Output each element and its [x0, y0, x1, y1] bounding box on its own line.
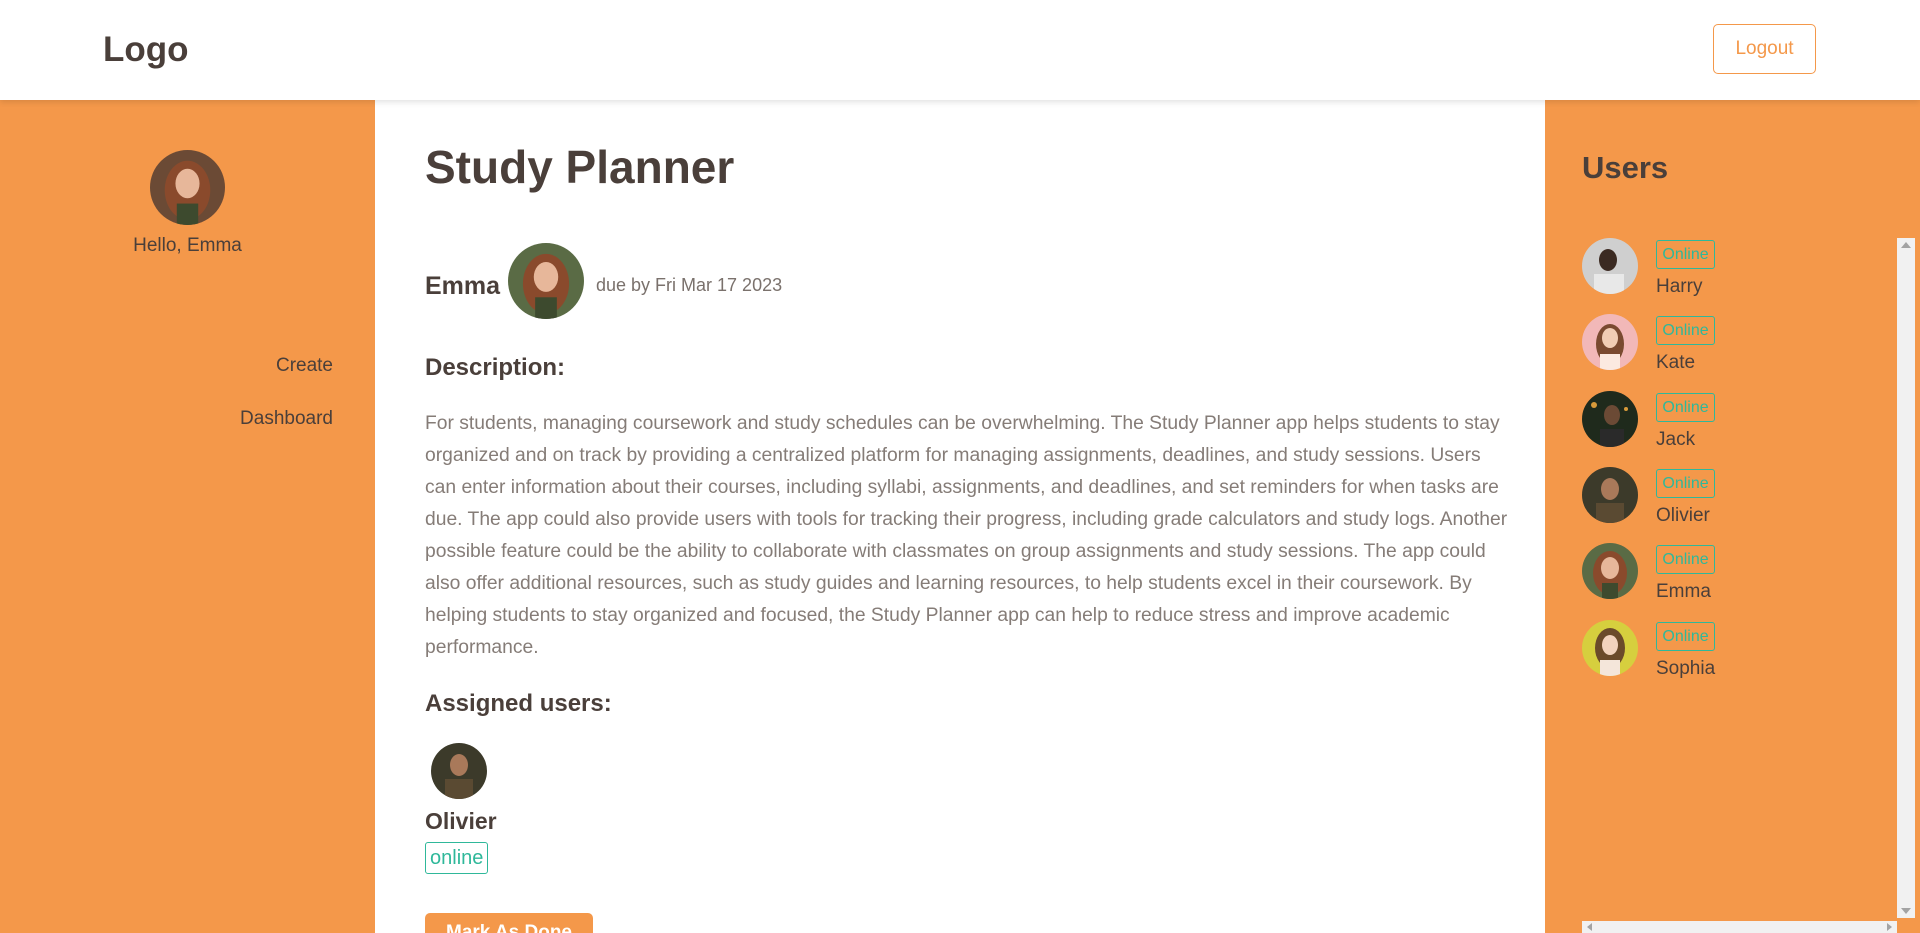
due-date: due by Fri Mar 17 2023 [596, 275, 783, 295]
avatar-sophia-icon [1582, 620, 1638, 676]
user-name: Olivier [1656, 505, 1710, 526]
user-name: Jack [1656, 429, 1696, 450]
user-item: Online Sophia [1582, 620, 1892, 690]
scroll-down-icon[interactable] [1901, 908, 1911, 914]
user-name: Harry [1656, 276, 1703, 297]
page-title: Study Planner [425, 141, 735, 193]
user-item: Online Jack [1582, 391, 1892, 461]
status-badge: Online [1656, 545, 1715, 574]
logout-button[interactable]: Logout [1713, 24, 1816, 74]
scroll-left-icon[interactable] [1587, 923, 1592, 931]
user-item: Online Emma [1582, 543, 1892, 613]
avatar-kate-icon [1582, 314, 1638, 370]
scroll-right-icon[interactable] [1887, 923, 1892, 931]
mark-as-done-button[interactable]: Mark As Done [425, 913, 593, 933]
user-avatar [1582, 238, 1638, 294]
nav-dashboard[interactable]: Dashboard [240, 408, 333, 430]
assigned-user-name: Olivier [425, 808, 497, 834]
nav-create[interactable]: Create [276, 355, 333, 377]
avatar-olivier-icon [431, 743, 487, 799]
user-name: Kate [1656, 352, 1696, 373]
user-name: Sophia [1656, 658, 1716, 679]
logo[interactable]: Logo [103, 30, 189, 70]
user-avatar [150, 150, 225, 225]
avatar-olivier-icon [1582, 467, 1638, 523]
user-avatar [1582, 620, 1638, 676]
avatar-emma-icon [508, 243, 584, 319]
status-badge: Online [1656, 240, 1715, 269]
left-sidebar: Hello, Emma Create Dashboard [0, 100, 375, 933]
owner-name: Emma [425, 272, 501, 300]
status-badge: Online [1656, 316, 1715, 345]
user-avatar [1582, 391, 1638, 447]
user-avatar [1582, 467, 1638, 523]
status-badge: Online [1656, 469, 1715, 498]
project-detail: Study Planner Emma due by Fri Mar 17 202… [375, 100, 1545, 933]
description-text: For students, managing coursework and st… [425, 413, 1508, 658]
users-list[interactable]: Online Harry Online Kate Online Jack Onl… [1582, 238, 1892, 928]
user-item: Online Harry [1582, 238, 1892, 308]
user-avatar [1582, 314, 1638, 370]
owner-avatar [508, 243, 584, 319]
assigned-users-heading: Assigned users: [425, 690, 612, 717]
avatar-emma-icon [1582, 543, 1638, 599]
avatar-emma-icon [150, 150, 225, 225]
description-heading: Description: [425, 354, 566, 381]
greeting: Hello, Emma [133, 235, 242, 256]
users-title: Users [1582, 150, 1669, 185]
status-badge: online [425, 842, 489, 874]
user-item: Online Olivier [1582, 467, 1892, 537]
avatar-jack-icon [1582, 391, 1638, 447]
user-name: Emma [1656, 581, 1711, 602]
top-navbar: Logo Logout [0, 0, 1920, 100]
status-badge: Online [1656, 622, 1715, 651]
user-item: Online Kate [1582, 314, 1892, 384]
avatar-harry-icon [1582, 238, 1638, 294]
horizontal-scrollbar[interactable] [1582, 921, 1897, 933]
assigned-user-avatar [431, 743, 487, 799]
scroll-up-icon[interactable] [1901, 242, 1911, 248]
users-sidebar: Users Online Harry Online Kate Online Ja… [1545, 100, 1920, 933]
user-avatar [1582, 543, 1638, 599]
status-badge: Online [1656, 393, 1715, 422]
vertical-scrollbar[interactable] [1897, 238, 1915, 918]
